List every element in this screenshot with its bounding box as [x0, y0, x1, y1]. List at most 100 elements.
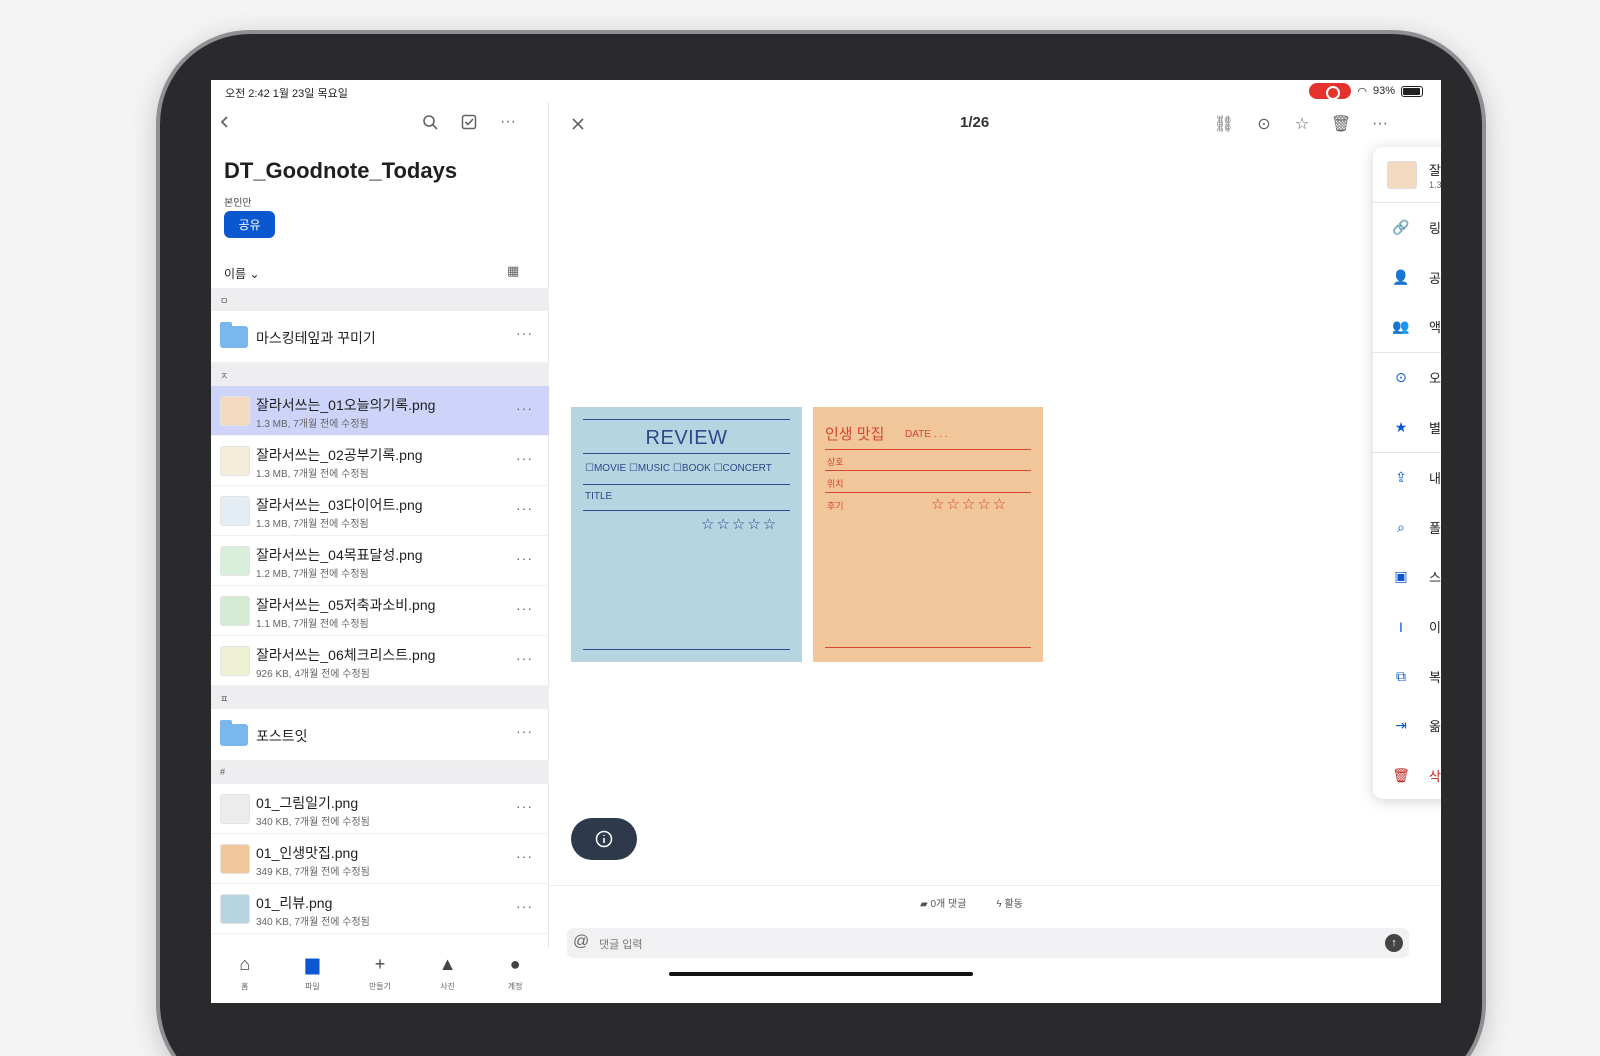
folder-row[interactable]: 마스킹테잎과 꾸미기 ··· [211, 311, 549, 363]
grid-view-icon[interactable]: ▦ [507, 263, 519, 279]
more-options-icon[interactable]: ··· [516, 600, 533, 616]
wifi-icon: ◠ [1357, 85, 1367, 98]
divider [583, 453, 790, 454]
menu-item-folder-search[interactable]: ⌕ 폴더에서 표시 [1373, 503, 1441, 553]
more-options-icon[interactable]: ··· [516, 325, 533, 341]
more-options-icon[interactable]: ··· [516, 550, 533, 566]
menu-item-people[interactable]: 👥 액세스 관리 [1373, 302, 1441, 352]
menu-item-export[interactable]: ⇪ 내보내기 [1373, 453, 1441, 503]
menu-item-add-person[interactable]: 👤 공유 [1373, 253, 1441, 303]
menu-item-label: 폴더에서 표시 [1429, 520, 1441, 536]
menu-item-label: 액세스 관리 [1429, 320, 1441, 336]
nav-item-account[interactable]: ● 계정 [485, 948, 545, 1003]
file-row[interactable]: 잘라서쓰는_03다이어트.png 1.3 MB, 7개월 전에 수정됨 ··· [211, 486, 549, 536]
file-row[interactable]: 01_그림일기.png 340 KB, 7개월 전에 수정됨 ··· [211, 784, 549, 834]
menu-item-rename[interactable]: I 이름 변경 [1373, 602, 1441, 652]
menu-item-copy[interactable]: ⧉ 복사 [1373, 651, 1441, 701]
trash-icon: 🗑 [1392, 766, 1410, 783]
left-toolbar: ··· [211, 102, 548, 142]
send-icon[interactable]: ↑ [1385, 934, 1403, 952]
file-thumbnail [220, 546, 250, 576]
more-options-icon[interactable]: ··· [516, 898, 533, 914]
nav-item-home[interactable]: ⌂ 홈 [215, 948, 275, 1003]
food-field-location: 위치 [827, 479, 844, 489]
divider [550, 885, 1441, 886]
link-icon[interactable]: ⛓ [1210, 110, 1238, 138]
more-options-icon[interactable]: ··· [516, 500, 533, 516]
file-row[interactable]: 잘라서쓰는_06체크리스트.png 926 KB, 4개월 전에 수정됨 ··· [211, 636, 549, 686]
file-row[interactable]: 잘라서쓰는_04목표달성.png 1.2 MB, 7개월 전에 수정됨 ··· [211, 536, 549, 586]
file-name: 잘라서쓰는_02공부기록.png [256, 447, 423, 463]
comments-count: 0개 댓글 [930, 899, 967, 910]
sort-dropdown[interactable]: 이름 ⌄ [224, 265, 260, 282]
file-meta: 1.2 MB, 7개월 전에 수정됨 [256, 569, 369, 580]
menu-item-trash[interactable]: 🗑 삭제 [1373, 751, 1441, 801]
menu-item-link[interactable]: 🔗 링크 복사 [1373, 203, 1441, 253]
file-row[interactable]: 01_인생맛집.png 349 KB, 7개월 전에 수정됨 ··· [211, 834, 549, 884]
menu-item-move[interactable]: ⇥ 옮기기 [1373, 701, 1441, 751]
viewer-toolbar: 1/26 ⛓ ⊙ ☆ 🗑 ··· [550, 102, 1441, 146]
star-icon[interactable]: ☆ [1288, 110, 1316, 138]
mention-icon[interactable]: @ [573, 933, 589, 951]
more-options-icon[interactable]: ··· [1366, 110, 1394, 138]
ipad-screen: 오전 2:42 1월 23일 목요일 ◠ 93% ··· DT_Goodnote… [211, 80, 1441, 1003]
select-checkbox-icon[interactable] [455, 108, 483, 136]
info-button[interactable] [571, 818, 637, 860]
divider [583, 419, 790, 420]
file-name: 01_리뷰.png [256, 895, 333, 911]
file-row[interactable]: 잘라서쓰는_05저축과소비.png 1.1 MB, 7개월 전에 수정됨 ··· [211, 586, 549, 636]
trash-icon[interactable]: 🗑 [1327, 110, 1355, 138]
info-icon [595, 830, 613, 848]
menu-file-meta: 1.3 MB, 7개월 전에 수정됨 [1429, 180, 1441, 190]
link-icon: 🔗 [1392, 219, 1410, 236]
nav-item-photo[interactable]: ▲ 사진 [418, 948, 478, 1003]
file-row[interactable]: 01_리뷰.png 340 KB, 7개월 전에 수정됨 ··· [211, 884, 549, 934]
close-icon[interactable] [564, 110, 592, 138]
divider [825, 470, 1031, 471]
file-name: 01_인생맛집.png [256, 845, 359, 861]
nav-item-plus[interactable]: + 만들기 [350, 948, 410, 1003]
file-name: 포스트잇 [256, 728, 308, 744]
more-options-icon[interactable]: ··· [516, 848, 533, 864]
more-options-icon[interactable]: ··· [494, 108, 522, 136]
more-options-icon[interactable]: ··· [516, 798, 533, 814]
folder-icon [220, 322, 248, 348]
file-row[interactable]: 잘라서쓰는_01오늘의기록.png 1.3 MB, 7개월 전에 수정됨 ··· [211, 386, 549, 436]
comment-input[interactable]: 댓글 입력 [599, 936, 643, 952]
plus-icon: + [374, 954, 386, 974]
file-name: 마스킹테잎과 꾸미기 [256, 330, 376, 346]
more-options-icon[interactable]: ··· [516, 450, 533, 466]
section-header: ㅁ [211, 288, 549, 311]
star-icon: ★ [1394, 418, 1408, 435]
more-options-icon[interactable]: ··· [516, 650, 533, 666]
file-thumbnail [220, 496, 250, 526]
people-icon: 👥 [1392, 318, 1410, 335]
status-bar: 오전 2:42 1월 23일 목요일 ◠ 93% [211, 80, 1441, 102]
file-row[interactable]: 잘라서쓰는_02공부기록.png 1.3 MB, 7개월 전에 수정됨 ··· [211, 436, 549, 486]
divider [583, 649, 790, 650]
folder-title: DT_Goodnote_Todays [224, 158, 458, 183]
more-options-icon[interactable]: ··· [516, 400, 533, 416]
download-icon[interactable]: ⊙ [1250, 110, 1278, 138]
comments-tab[interactable]: ▰ 0개 댓글 [920, 895, 966, 910]
file-name: 잘라서쓰는_06체크리스트.png [256, 647, 436, 663]
menu-item-scan[interactable]: ▣ 스캔하여 저장 [1373, 552, 1441, 602]
menu-item-offline[interactable]: ⊙ 오프라인 액세스 설정 [1373, 353, 1441, 403]
comment-input-bar[interactable]: @ 댓글 입력 ↑ [567, 928, 1409, 958]
nav-item-folder[interactable]: ▆ 파일 [282, 948, 342, 1003]
rename-icon: I [1399, 618, 1403, 635]
food-field-review: 후기 [827, 501, 844, 511]
copy-icon: ⧉ [1396, 667, 1406, 684]
battery-icon [1401, 85, 1423, 97]
folder-row[interactable]: 포스트잇 ··· [211, 709, 549, 761]
more-options-icon[interactable]: ··· [516, 723, 533, 739]
share-button[interactable]: 공유 [224, 211, 275, 238]
back-icon[interactable] [211, 108, 239, 136]
food-date-label: DATE . . . [905, 429, 948, 440]
search-icon[interactable] [416, 108, 444, 136]
activity-tab[interactable]: ϟ 활동 [996, 895, 1022, 910]
chevron-down-icon: ⌄ [249, 267, 260, 281]
menu-item-star[interactable]: ★ 별표 항목에 추가 [1373, 402, 1441, 452]
file-name: 잘라서쓰는_05저축과소비.png [256, 597, 436, 613]
file-meta: 1.3 MB, 7개월 전에 수정됨 [256, 519, 369, 530]
